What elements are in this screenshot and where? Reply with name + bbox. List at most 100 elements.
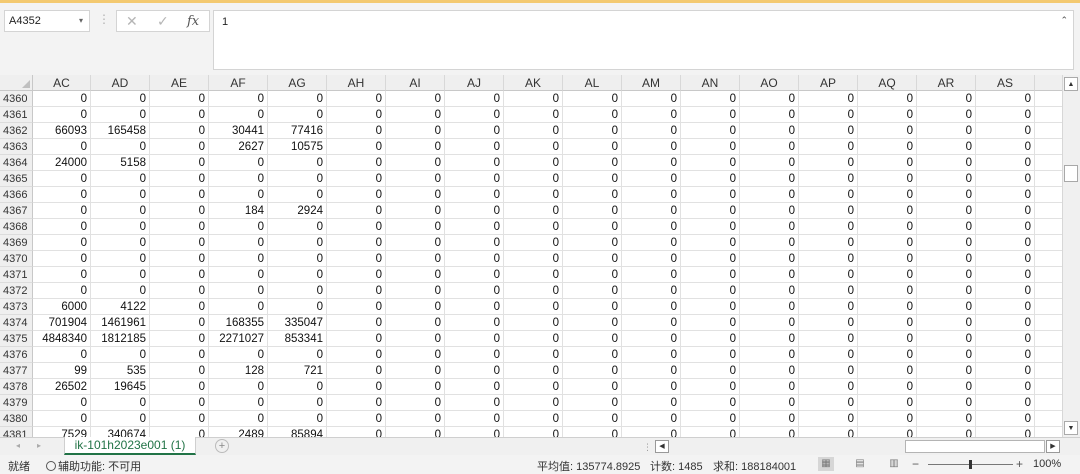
cell[interactable]: 0 <box>681 203 740 219</box>
cell[interactable]: 0 <box>976 267 1035 283</box>
cell-partial[interactable] <box>1035 331 1062 347</box>
cell[interactable]: 0 <box>799 139 858 155</box>
cell[interactable]: 0 <box>681 251 740 267</box>
tab-next-icon[interactable]: ▸ <box>37 441 41 450</box>
cell[interactable]: 0 <box>91 187 150 203</box>
cell[interactable]: 0 <box>209 379 268 395</box>
cell[interactable]: 0 <box>445 187 504 203</box>
cell[interactable]: 0 <box>327 203 386 219</box>
cell[interactable]: 26502 <box>33 379 91 395</box>
cell[interactable]: 0 <box>740 107 799 123</box>
cell[interactable]: 0 <box>976 235 1035 251</box>
cell[interactable]: 0 <box>799 411 858 427</box>
cell[interactable]: 168355 <box>209 315 268 331</box>
cell[interactable]: 0 <box>917 411 976 427</box>
cell[interactable]: 0 <box>799 251 858 267</box>
cell[interactable]: 0 <box>976 347 1035 363</box>
cell[interactable]: 0 <box>681 91 740 107</box>
cell[interactable]: 0 <box>563 187 622 203</box>
tab-splitter[interactable]: ⋮ <box>643 442 652 453</box>
cell-partial[interactable] <box>1035 123 1062 139</box>
cell[interactable]: 0 <box>917 123 976 139</box>
cell[interactable]: 0 <box>681 395 740 411</box>
cell[interactable]: 0 <box>976 315 1035 331</box>
cell[interactable]: 0 <box>150 283 209 299</box>
cell[interactable]: 0 <box>445 203 504 219</box>
cell[interactable]: 0 <box>740 123 799 139</box>
cell[interactable]: 0 <box>209 251 268 267</box>
cell[interactable]: 0 <box>976 155 1035 171</box>
cell[interactable]: 0 <box>799 347 858 363</box>
cell[interactable]: 0 <box>858 219 917 235</box>
cell[interactable]: 0 <box>858 379 917 395</box>
cell[interactable]: 30441 <box>209 123 268 139</box>
cell[interactable]: 0 <box>799 299 858 315</box>
cell[interactable]: 0 <box>681 379 740 395</box>
cell[interactable]: 0 <box>504 187 563 203</box>
cell[interactable]: 0 <box>976 123 1035 139</box>
add-sheet-icon[interactable]: + <box>215 439 229 453</box>
cell[interactable]: 0 <box>858 91 917 107</box>
cell[interactable]: 0 <box>917 379 976 395</box>
cell[interactable]: 165458 <box>91 123 150 139</box>
cell[interactable]: 0 <box>917 315 976 331</box>
cell[interactable]: 0 <box>327 283 386 299</box>
cell[interactable]: 0 <box>740 395 799 411</box>
cell[interactable]: 0 <box>622 187 681 203</box>
cell[interactable]: 66093 <box>33 123 91 139</box>
cell[interactable]: 0 <box>33 267 91 283</box>
cell[interactable]: 0 <box>209 107 268 123</box>
cell[interactable]: 0 <box>740 139 799 155</box>
column-header[interactable]: AH <box>327 75 386 91</box>
cell[interactable]: 0 <box>799 267 858 283</box>
cell-partial[interactable] <box>1035 235 1062 251</box>
cell[interactable]: 2489 <box>209 427 268 437</box>
cell[interactable]: 0 <box>327 395 386 411</box>
cell[interactable]: 0 <box>681 315 740 331</box>
cell[interactable]: 0 <box>740 251 799 267</box>
cell[interactable]: 0 <box>268 235 327 251</box>
cell[interactable]: 0 <box>209 187 268 203</box>
cell[interactable]: 0 <box>563 123 622 139</box>
cell[interactable]: 0 <box>445 283 504 299</box>
cell[interactable]: 0 <box>33 187 91 203</box>
cell[interactable]: 1461961 <box>91 315 150 331</box>
cell-partial[interactable] <box>1035 171 1062 187</box>
cell[interactable]: 0 <box>622 427 681 437</box>
cell[interactable]: 0 <box>445 299 504 315</box>
cell[interactable]: 0 <box>622 331 681 347</box>
cell[interactable]: 19645 <box>91 379 150 395</box>
cell[interactable]: 0 <box>386 267 445 283</box>
cell[interactable]: 0 <box>209 347 268 363</box>
cell[interactable]: 0 <box>327 107 386 123</box>
cell[interactable]: 0 <box>150 107 209 123</box>
cell[interactable]: 0 <box>858 363 917 379</box>
cell[interactable]: 0 <box>150 427 209 437</box>
cell[interactable]: 0 <box>681 139 740 155</box>
cell[interactable]: 0 <box>799 395 858 411</box>
cell[interactable]: 0 <box>91 395 150 411</box>
cell[interactable]: 2627 <box>209 139 268 155</box>
cell[interactable]: 0 <box>504 331 563 347</box>
cell-partial[interactable] <box>1035 91 1062 107</box>
cell[interactable]: 0 <box>976 379 1035 395</box>
horizontal-scroll-track[interactable] <box>670 440 904 453</box>
cell[interactable]: 4122 <box>91 299 150 315</box>
cell-partial[interactable] <box>1035 283 1062 299</box>
cell[interactable]: 0 <box>917 91 976 107</box>
cell-partial[interactable] <box>1035 155 1062 171</box>
zoom-in-button[interactable]: + <box>1016 457 1023 471</box>
cell[interactable]: 1812185 <box>91 331 150 347</box>
row-header[interactable]: 4372 <box>0 283 33 299</box>
cell[interactable]: 0 <box>91 219 150 235</box>
cell[interactable]: 0 <box>622 347 681 363</box>
cell[interactable]: 0 <box>268 155 327 171</box>
row-header[interactable]: 4380 <box>0 411 33 427</box>
cell[interactable]: 0 <box>150 363 209 379</box>
scroll-left-icon[interactable]: ◀ <box>655 440 669 453</box>
cell[interactable]: 0 <box>91 203 150 219</box>
cell[interactable]: 0 <box>327 187 386 203</box>
cell[interactable]: 0 <box>91 171 150 187</box>
cell[interactable]: 0 <box>858 395 917 411</box>
cell-partial[interactable] <box>1035 315 1062 331</box>
